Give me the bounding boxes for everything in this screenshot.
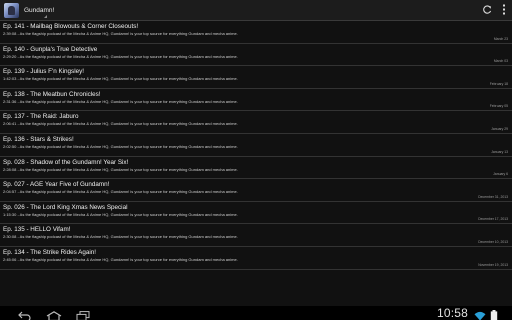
episode-description: 2:04:57 - As the flagship podcast of the… — [3, 189, 238, 195]
episode-row[interactable]: Ep. 138 - The Meatbun Chronicles! 2:31:36… — [0, 89, 512, 112]
episode-row[interactable]: Ep. 136 - Stars & Strikes! 2:02:50 - As t… — [0, 134, 512, 157]
episode-row[interactable]: Sp. 026 - The Lord King Xmas News Specia… — [0, 202, 512, 225]
episode-date: November 19, 2013 — [478, 262, 508, 267]
status-clock: 10:58 — [437, 306, 469, 320]
battery-icon — [490, 308, 498, 320]
episode-title: Ep. 139 - Julius F'n Kingsley! — [3, 68, 85, 76]
episode-row[interactable]: Ep. 139 - Julius F'n Kingsley! 1:42:03 - … — [0, 66, 512, 89]
episode-description: 1:42:03 - As the flagship podcast of the… — [3, 76, 238, 82]
episode-date: December 31, 2013 — [478, 194, 508, 199]
home-icon[interactable] — [46, 308, 62, 320]
episode-date: February 05 — [489, 104, 508, 109]
episode-row[interactable]: Ep. 137 - The Raid: Jaburo 2:06:41 - As t… — [0, 111, 512, 134]
episode-date: January 29 — [491, 126, 508, 131]
episode-description: 2:02:50 - As the flagship podcast of the… — [3, 143, 238, 149]
episode-description: 2:30:08 - As the flagship podcast of the… — [3, 234, 238, 240]
episode-title: Ep. 137 - The Raid: Jaburo — [3, 113, 79, 121]
episode-description: 2:45:06 - As the flagship podcast of the… — [3, 256, 238, 262]
app-title[interactable]: Gundamn! — [24, 7, 60, 14]
app-logo-icon[interactable] — [4, 2, 19, 18]
episode-row[interactable]: Sp. 027 - AGE Year Five of Gundamn! 2:04:… — [0, 179, 512, 202]
back-icon[interactable] — [18, 308, 32, 320]
episode-title: Sp. 027 - AGE Year Five of Gundamn! — [3, 181, 110, 189]
episode-title: Ep. 134 - The Strike Rides Again! — [3, 248, 96, 256]
episode-date: March 03 — [493, 59, 508, 64]
episode-date: February 18 — [489, 81, 508, 86]
episode-date: March 23 — [493, 36, 508, 41]
episode-title: Ep. 141 - Mailbag Blowouts & Corner Clos… — [3, 23, 139, 30]
episode-date: December 10, 2013 — [478, 239, 508, 244]
episode-description: 1:15:30 - As the flagship podcast of the… — [3, 211, 238, 217]
episode-title: Ep. 135 - HELLO Vifam! — [3, 226, 71, 234]
episode-description: 2:28:08 - As the flagship podcast of the… — [3, 166, 238, 172]
spinner-caret-icon — [44, 15, 47, 18]
episode-row[interactable]: Sp. 028 - Shadow of the Gundamn! Year Si… — [0, 157, 512, 180]
episode-date: January 6 — [493, 172, 508, 177]
episode-description: 2:06:41 - As the flagship podcast of the… — [3, 121, 238, 127]
episode-date: January 13 — [491, 149, 508, 154]
episode-description: 2:39:08 - As the flagship podcast of the… — [3, 31, 238, 36]
episode-title: Ep. 140 - Gunpla's True Detective — [3, 45, 98, 53]
episode-row[interactable]: Ep. 134 - The Strike Rides Again! 2:45:06… — [0, 247, 512, 270]
episode-description: 2:29:20 - As the flagship podcast of the… — [3, 53, 238, 59]
episode-title: Sp. 028 - Shadow of the Gundamn! Year Si… — [3, 158, 129, 166]
episode-row[interactable]: Ep. 135 - HELLO Vifam! 2:30:08 - As the f… — [0, 224, 512, 247]
episode-title: Ep. 138 - The Meatbun Chronicles! — [3, 90, 101, 98]
episode-date: December 17, 2013 — [478, 217, 508, 222]
overflow-menu-icon[interactable] — [502, 4, 506, 15]
action-bar: Gundamn! — [0, 0, 512, 21]
episode-row[interactable]: Ep. 140 - Gunpla's True Detective 2:29:20… — [0, 44, 512, 67]
episode-title: Sp. 026 - The Lord King Xmas News Specia… — [3, 203, 128, 211]
episode-description: 2:31:36 - As the flagship podcast of the… — [3, 98, 238, 104]
system-nav-bar: 10:58 — [0, 306, 512, 320]
episode-row[interactable]: Ep. 141 - Mailbag Blowouts & Corner Clos… — [0, 21, 512, 44]
refresh-icon[interactable] — [482, 4, 492, 15]
episode-title: Ep. 136 - Stars & Strikes! — [3, 135, 74, 143]
recent-apps-icon[interactable] — [76, 308, 90, 320]
wifi-icon — [474, 308, 486, 320]
episode-list[interactable]: Ep. 141 - Mailbag Blowouts & Corner Clos… — [0, 21, 512, 306]
